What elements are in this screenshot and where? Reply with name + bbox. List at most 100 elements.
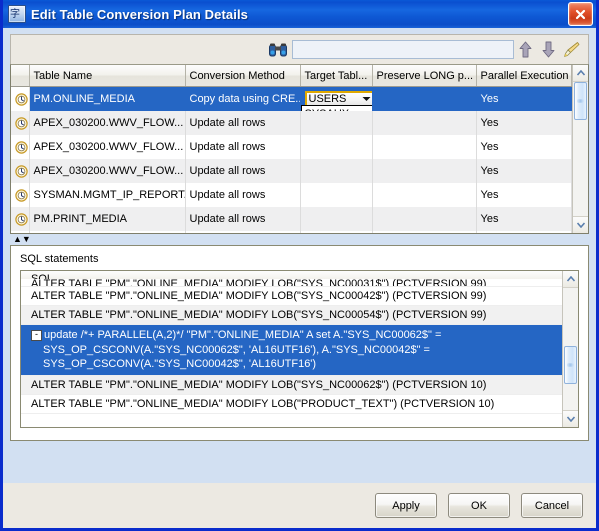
sql-row-selected[interactable]: - update /*+ PARALLEL(A,2)*/ "PM"."ONLINE…	[21, 325, 562, 376]
clock-status-icon	[15, 188, 28, 202]
sql-statements-list: SQL ALTER TABLE "PM"."ONLINE_MEDIA" MODI…	[20, 270, 579, 428]
cell-conversion-method[interactable]: Update all rows	[185, 207, 301, 231]
cell-target-tablespace[interactable]	[300, 159, 373, 183]
cell-parallel-execution[interactable]	[476, 231, 572, 233]
sql-row[interactable]: ALTER TABLE "PM"."ONLINE_MEDIA" MODIFY L…	[21, 279, 562, 287]
cell-preserve-long[interactable]	[372, 183, 477, 207]
sql-rows: ALTER TABLE "PM"."ONLINE_MEDIA" MODIFY L…	[21, 279, 562, 414]
cell-target-tablespace[interactable]: USERS SYSAUX USERS SYSTEM EXAMPLE	[300, 86, 373, 111]
cell-conversion-method[interactable]	[185, 231, 301, 233]
sql-row-expander-icon[interactable]: -	[31, 330, 42, 341]
sql-scroll-up-button[interactable]	[563, 271, 578, 288]
cell-preserve-long[interactable]	[372, 86, 477, 111]
cell-parallel-execution[interactable]: Yes	[476, 111, 572, 135]
cell-preserve-long[interactable]	[372, 135, 477, 159]
table-row[interactable]: APEX_030200.WWV_FLOW... Update all rows …	[11, 111, 572, 135]
cell-target-tablespace[interactable]	[300, 207, 373, 231]
column-header-table-name[interactable]: Table Name	[29, 65, 186, 87]
table-row[interactable]: SYSMAN.MGMT_IP_REPORT... Update all rows…	[11, 183, 572, 207]
row-status-cell	[11, 207, 30, 231]
cell-table-name[interactable]: PM.PRINT_MEDIA	[29, 207, 186, 231]
cell-conversion-method[interactable]: Update all rows	[185, 135, 301, 159]
sql-scroll-thumb[interactable]	[564, 346, 577, 384]
up-arrow-icon	[519, 41, 531, 58]
apply-button[interactable]: Apply	[375, 493, 437, 518]
cell-parallel-execution[interactable]: Yes	[476, 159, 572, 183]
down-arrow-icon	[542, 41, 554, 58]
chevron-up-icon	[566, 276, 575, 282]
row-status-cell	[11, 135, 30, 159]
close-button[interactable]	[568, 2, 593, 26]
table-properties-icon	[8, 5, 26, 23]
splitter-collapse-up-icon[interactable]: ▲	[13, 235, 22, 244]
cell-preserve-long[interactable]	[372, 231, 477, 233]
cell-table-name[interactable]: PM.ONLINE_MEDIA	[29, 86, 186, 111]
cell-parallel-execution[interactable]: Yes	[476, 86, 572, 111]
cell-conversion-method[interactable]: Update all rows	[185, 111, 301, 135]
chevron-down-icon	[362, 97, 370, 101]
splitter-collapse-down-icon[interactable]: ▼	[22, 235, 31, 244]
table-row[interactable]: APEX_030200.WWV_FLOW... Update all rows …	[11, 159, 572, 183]
cell-preserve-long[interactable]	[372, 159, 477, 183]
grid-scroll-thumb[interactable]	[574, 82, 587, 120]
chevron-down-icon	[576, 222, 585, 228]
column-header-target-tablespace[interactable]: Target Tabl...	[300, 65, 373, 87]
highlight-button[interactable]	[560, 39, 582, 61]
cell-table-name[interactable]: SYSMAN.MGMT_IP_REPORT...	[29, 183, 186, 207]
grid-scroll-up-button[interactable]	[573, 65, 588, 82]
clock-status-icon	[15, 116, 28, 130]
sql-row[interactable]: ALTER TABLE "PM"."ONLINE_MEDIA" MODIFY L…	[21, 375, 562, 395]
cell-conversion-method[interactable]: Update all rows	[185, 183, 301, 207]
column-header-status[interactable]	[11, 65, 30, 87]
clock-status-icon	[15, 92, 28, 106]
ok-button[interactable]: OK	[448, 493, 510, 518]
cell-target-tablespace[interactable]	[300, 111, 373, 135]
move-up-button[interactable]	[514, 39, 536, 61]
table-row[interactable]: PM.PRINT_MEDIA Update all rows Yes	[11, 207, 572, 231]
cell-conversion-method[interactable]: Update all rows	[185, 159, 301, 183]
dialog-window: Edit Table Conversion Plan Details	[0, 0, 599, 531]
sql-row[interactable]: ALTER TABLE "PM"."ONLINE_MEDIA" MODIFY L…	[21, 287, 562, 306]
cell-target-tablespace[interactable]	[300, 183, 373, 207]
grid-scroll-down-button[interactable]	[573, 216, 588, 233]
dialog-body: Table Name Conversion Method Target Tabl…	[3, 28, 596, 528]
combo-selected-value: USERS	[308, 93, 347, 105]
cell-parallel-execution[interactable]: Yes	[476, 183, 572, 207]
sql-row[interactable]: ALTER TABLE "PM"."ONLINE_MEDIA" MODIFY L…	[21, 306, 562, 325]
cell-table-name[interactable]	[29, 231, 186, 233]
column-header-preserve-long[interactable]: Preserve LONG p...	[372, 65, 477, 87]
table-row[interactable]: PM.ONLINE_MEDIA Copy data using CRE... U…	[11, 86, 572, 111]
cancel-button[interactable]: Cancel	[521, 493, 583, 518]
sql-scroll-down-button[interactable]	[563, 410, 578, 427]
cell-preserve-long[interactable]	[372, 207, 477, 231]
clock-status-icon	[15, 140, 28, 154]
cell-target-tablespace[interactable]	[300, 231, 373, 233]
cell-parallel-execution[interactable]: Yes	[476, 207, 572, 231]
column-header-conversion-method[interactable]: Conversion Method	[185, 65, 301, 87]
cell-parallel-execution[interactable]: Yes	[476, 135, 572, 159]
cell-preserve-long[interactable]	[372, 111, 477, 135]
dropdown-option-sysaux[interactable]: SYSAUX	[302, 106, 372, 111]
target-tablespace-dropdown-list[interactable]: SYSAUX USERS SYSTEM EXAMPLE DUMA	[300, 105, 372, 111]
row-status-cell	[11, 86, 30, 111]
grid-table: Table Name Conversion Method Target Tabl…	[11, 65, 572, 233]
sql-row[interactable]: ALTER TABLE "PM"."ONLINE_MEDIA" MODIFY L…	[21, 394, 562, 414]
grid-vertical-scrollbar[interactable]	[572, 65, 588, 233]
cell-table-name[interactable]: APEX_030200.WWV_FLOW...	[29, 111, 186, 135]
sql-vertical-scrollbar[interactable]	[562, 271, 578, 427]
panel-splitter[interactable]: ▲ ▼	[10, 234, 589, 245]
find-button[interactable]	[267, 39, 289, 61]
cell-table-name[interactable]: APEX_030200.WWV_FLOW...	[29, 135, 186, 159]
cell-target-tablespace[interactable]	[300, 135, 373, 159]
grid-toolbar	[10, 34, 589, 64]
toolbar-right-actions	[514, 39, 584, 61]
move-down-button[interactable]	[537, 39, 559, 61]
sql-row-line2: SYS_OP_CSCONV(A."SYS_NC00062$", 'AL16UTF…	[43, 343, 430, 356]
search-input[interactable]	[292, 40, 514, 59]
table-row[interactable]: APEX_030200.WWV_FLOW... Update all rows …	[11, 135, 572, 159]
column-header-parallel-execution[interactable]: Parallel Execution	[476, 65, 572, 87]
cell-conversion-method[interactable]: Copy data using CRE...	[185, 86, 301, 111]
table-row-partial[interactable]	[11, 231, 572, 233]
sql-list-viewport: SQL ALTER TABLE "PM"."ONLINE_MEDIA" MODI…	[21, 271, 562, 427]
cell-table-name[interactable]: APEX_030200.WWV_FLOW...	[29, 159, 186, 183]
